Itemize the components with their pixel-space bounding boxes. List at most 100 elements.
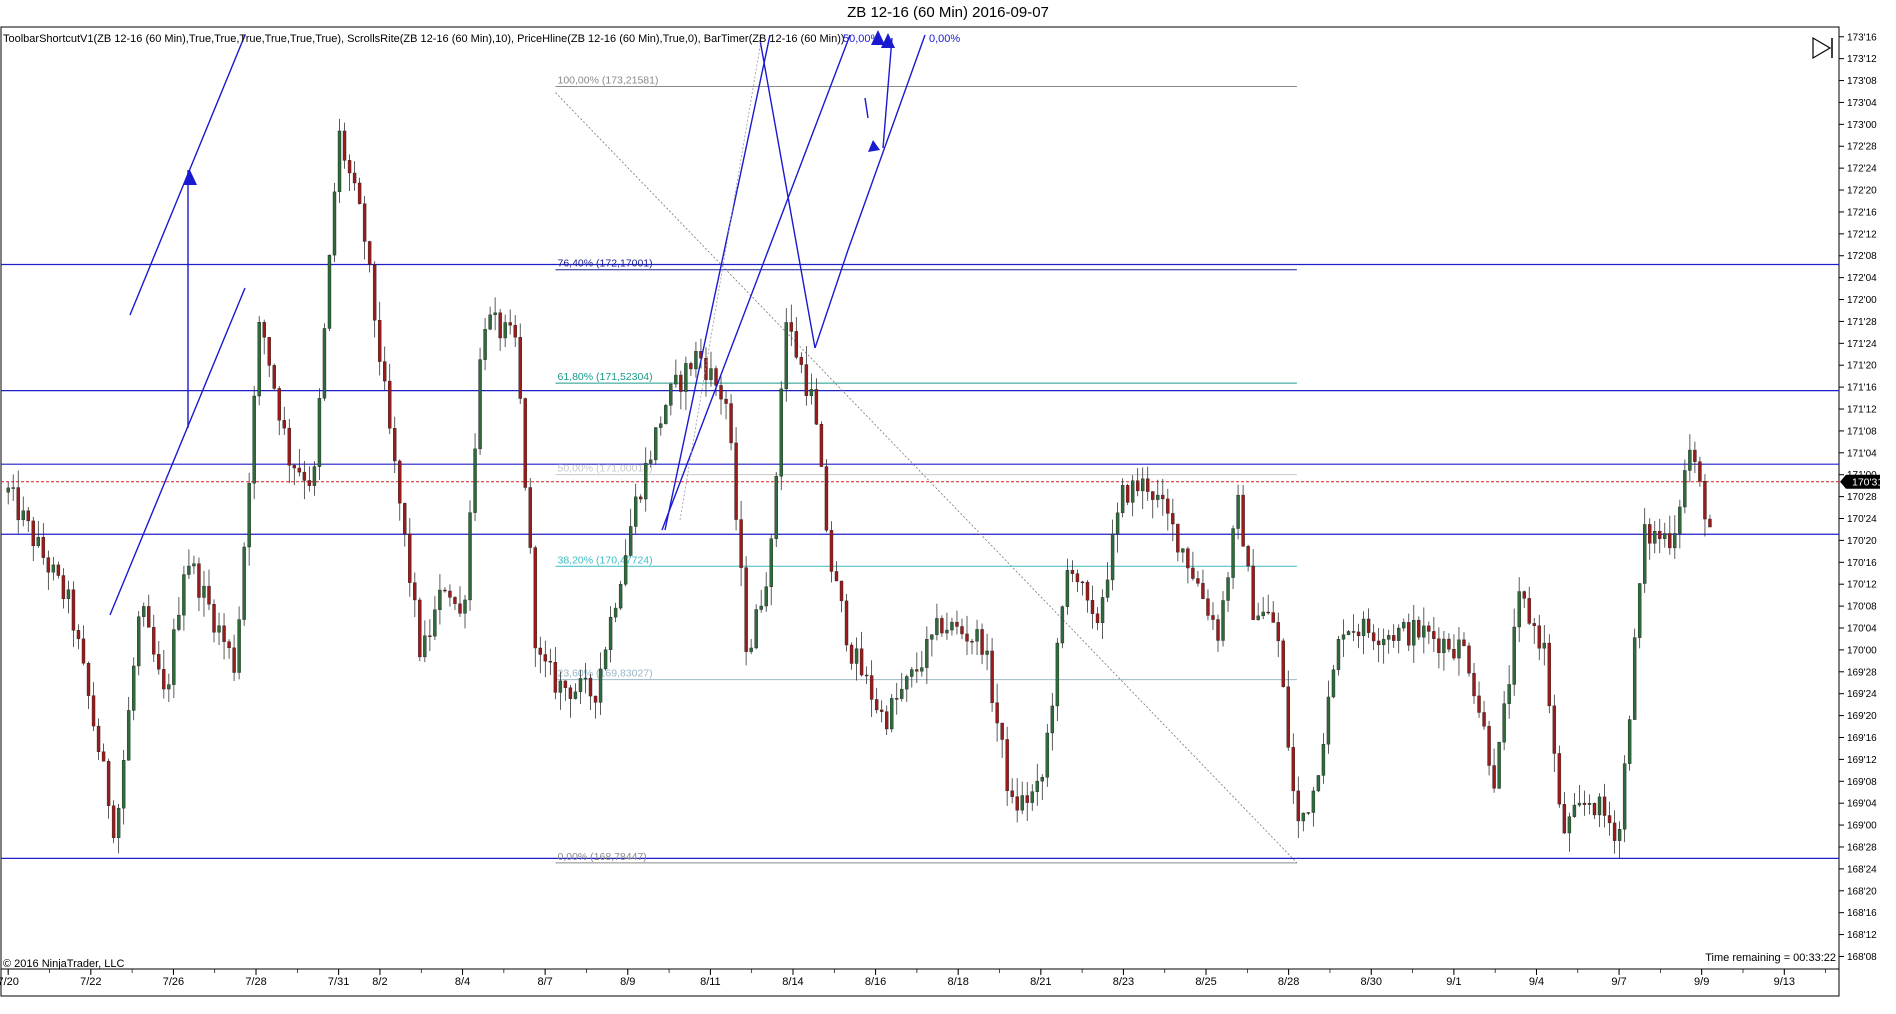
price-bar-body: [1120, 485, 1125, 514]
price-bar-body: [1457, 639, 1461, 659]
chart-canvas[interactable]: 100,00% (173,21581) 76,40% (172,17001) 61,…: [0, 0, 1896, 1014]
price-bar-body: [1141, 478, 1145, 492]
price-bar-body: [1693, 449, 1697, 462]
price-bar-body: [1030, 791, 1034, 803]
price-bar-body: [1512, 626, 1516, 685]
scroll-to-end-icon[interactable]: [1812, 36, 1833, 60]
price-bar-body: [21, 510, 25, 521]
price-bar-body: [1637, 583, 1642, 638]
fib-trend-line: [555, 92, 1298, 864]
price-bar-body: [1241, 494, 1245, 547]
price-bar-body: [302, 471, 307, 481]
current-price-label: 170'31: [1852, 477, 1883, 489]
price-bar-body: [1231, 528, 1235, 578]
price-bar-body: [287, 427, 292, 466]
x-tick-label: 8/7: [538, 976, 553, 988]
price-bar-body: [603, 649, 608, 670]
x-tick-label: 7/20: [0, 976, 19, 988]
price-bar-body: [1095, 613, 1100, 624]
price-bar-body: [413, 582, 417, 601]
price-bar-body: [393, 428, 397, 462]
x-tick-label: 8/25: [1195, 976, 1216, 988]
price-bar-body: [1577, 802, 1582, 806]
price-axis[interactable]: 168'08 168'12 168'16 168'20 168'24 168'28 169'…: [1839, 32, 1877, 963]
price-bar-body: [1678, 506, 1682, 534]
price-bar-body: [11, 487, 15, 489]
x-tick-label: 8/16: [865, 976, 886, 988]
price-bar-body: [694, 351, 698, 370]
price-bar-body: [1151, 491, 1155, 500]
price-bar-body: [312, 466, 317, 486]
price-bar-body: [357, 182, 362, 204]
y-tick-label: 173'08: [1847, 76, 1877, 87]
price-bar-body: [1090, 600, 1095, 614]
price-bar-body: [66, 589, 71, 600]
price-bar-body: [955, 621, 959, 627]
price-bar-body: [327, 254, 332, 329]
price-bar-body: [764, 586, 768, 607]
price-bar-body: [905, 676, 909, 690]
price-bar-body: [1065, 570, 1070, 607]
y-tick-label: 171'08: [1847, 426, 1877, 437]
copyright-text: © 2016 NinjaTrader, LLC: [3, 958, 124, 970]
time-axis[interactable]: 7/20 7/22 7/26 7/28 7/31 8/2 8/4 8/7 8/9 8/11 8/14…: [0, 968, 1839, 988]
y-tick-label: 172'28: [1847, 142, 1877, 153]
price-bar-body: [433, 609, 437, 637]
price-bar-body: [1256, 615, 1260, 620]
price-bar-body: [51, 564, 56, 573]
y-tick-label: 170'12: [1847, 580, 1877, 591]
x-tick-label: 7/22: [80, 976, 101, 988]
fibonacci-retracement[interactable]: 100,00% (173,21581) 76,40% (172,17001) 61,…: [555, 75, 1298, 864]
price-bar-body: [142, 606, 146, 617]
price-bar-body: [1487, 726, 1491, 766]
price-bar-body: [1622, 763, 1627, 830]
price-bar-body: [71, 589, 76, 631]
price-bar-body: [1045, 732, 1050, 778]
price-bar-body: [16, 487, 20, 521]
price-bar-body: [1176, 523, 1180, 553]
arrow-up-icon: [183, 170, 197, 185]
price-bar-body: [664, 405, 668, 424]
price-bar-body: [1226, 577, 1230, 601]
price-bar-body: [784, 322, 788, 390]
price-bar-body: [41, 536, 46, 558]
price-bar-body: [1211, 615, 1215, 620]
price-bar-body: [1196, 578, 1200, 584]
price-bar-body: [558, 680, 563, 693]
y-tick-label: 173'12: [1847, 54, 1877, 65]
price-bar-body: [654, 427, 658, 461]
price-bar-body: [1186, 548, 1190, 569]
x-tick-label: 9/4: [1529, 976, 1544, 988]
price-bar-body: [1050, 705, 1055, 734]
price-bar-body: [232, 647, 236, 673]
price-bar-body: [608, 616, 613, 650]
fib-level-label: 50,00% (171,00014): [557, 463, 652, 475]
price-bar-body: [1522, 591, 1526, 599]
price-bar-body: [6, 487, 10, 493]
price-bar-body: [573, 691, 578, 699]
price-bar-body: [448, 590, 452, 598]
arrow-down-icon: [868, 140, 880, 152]
price-bar-body: [779, 388, 783, 477]
price-bar-body: [473, 448, 477, 513]
drawing-objects[interactable]: [109, 30, 926, 616]
price-bar-body: [347, 160, 352, 174]
price-bar-body: [162, 668, 166, 690]
x-tick-label: 8/21: [1030, 976, 1051, 988]
y-tick-label: 169'00: [1847, 821, 1877, 832]
price-bar-body: [222, 625, 226, 642]
price-bar-body: [1191, 567, 1195, 579]
price-bar-body: [1276, 622, 1280, 642]
price-bar-body: [1688, 449, 1692, 471]
price-bar-body: [935, 618, 939, 635]
y-tick-label: 173'16: [1847, 32, 1877, 43]
price-bar-body: [649, 459, 653, 464]
price-bar-body: [884, 711, 889, 730]
price-bar-body: [1306, 812, 1311, 814]
y-tick-label: 169'16: [1847, 733, 1877, 744]
price-bar-body: [1698, 461, 1702, 482]
price-bar-body: [1417, 619, 1421, 638]
price-bar-body: [36, 536, 41, 547]
price-hlines: [1, 263, 1839, 859]
price-bar-body: [418, 599, 422, 658]
